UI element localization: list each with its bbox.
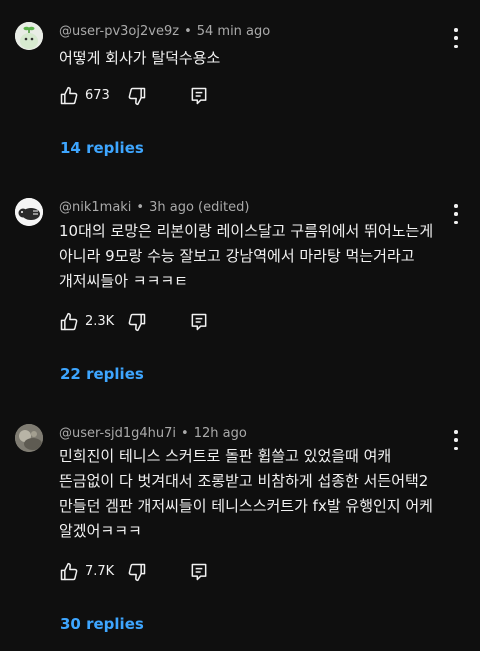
comment-text: 10대의 로망은 리본이랑 레이스달고 구름위에서 뛰어노는게 아니라 9모랑 … <box>59 222 434 290</box>
comment-text: 어떻게 회사가 탈덕수용소 <box>59 49 221 67</box>
comment-actions: 2.3K <box>59 312 259 336</box>
thumb-down-icon <box>128 87 146 106</box>
more-vert-icon[interactable] <box>450 430 462 450</box>
timestamp[interactable]: 54 min ago <box>197 24 271 39</box>
like-count: 673 <box>85 88 110 103</box>
reply-comment-icon <box>191 313 207 331</box>
thumb-down-icon <box>128 313 146 332</box>
view-replies-link[interactable]: 30 replies <box>60 615 144 633</box>
like-button[interactable] <box>59 562 79 586</box>
more-vert-icon[interactable] <box>450 28 462 48</box>
comment-actions: 7.7K <box>59 562 259 586</box>
author-name[interactable]: @user-sjd1g4hu7i <box>59 426 176 441</box>
like-count: 7.7K <box>85 564 115 579</box>
comment-text: 민희진이 테니스 스커트로 돌판 휩쓸고 있었을때 여캐 뜬금없이 다 벗겨대서… <box>59 447 433 540</box>
comment-meta: @nik1maki • 3h ago (edited) <box>59 200 250 215</box>
avatar[interactable] <box>15 198 43 226</box>
comment-actions: 673 <box>59 86 259 110</box>
timestamp[interactable]: 12h ago <box>194 426 247 441</box>
reply-button[interactable] <box>189 312 209 336</box>
thumb-down-icon <box>128 563 146 582</box>
more-vert-icon[interactable] <box>450 204 462 224</box>
view-replies-link[interactable]: 14 replies <box>60 139 144 157</box>
dislike-button[interactable] <box>127 312 147 336</box>
reply-comment-icon <box>191 563 207 581</box>
reply-button[interactable] <box>189 86 209 110</box>
like-button[interactable] <box>59 86 79 110</box>
dislike-button[interactable] <box>127 562 147 586</box>
reply-button[interactable] <box>189 562 209 586</box>
thumb-up-icon <box>60 86 78 105</box>
avatar[interactable] <box>15 22 43 50</box>
avatar[interactable] <box>15 424 43 452</box>
timestamp[interactable]: 3h ago (edited) <box>149 200 249 215</box>
like-count: 2.3K <box>85 314 115 329</box>
comment-meta: @user-sjd1g4hu7i • 12h ago <box>59 426 247 441</box>
author-name[interactable]: @nik1maki <box>59 200 131 215</box>
view-replies-link[interactable]: 22 replies <box>60 365 144 383</box>
like-button[interactable] <box>59 312 79 336</box>
reply-comment-icon <box>191 87 207 105</box>
author-name[interactable]: @user-pv3oj2ve9z <box>59 24 179 39</box>
thumb-up-icon <box>60 312 78 331</box>
comment-meta: @user-pv3oj2ve9z • 54 min ago <box>59 24 271 39</box>
thumb-up-icon <box>60 562 78 581</box>
dislike-button[interactable] <box>127 86 147 110</box>
